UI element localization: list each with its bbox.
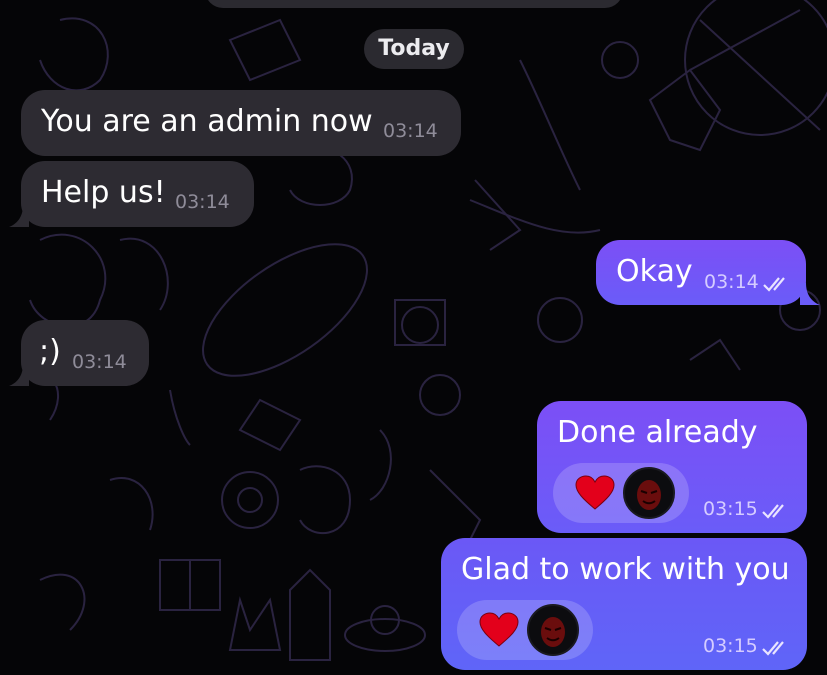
bubble-tail <box>800 283 820 305</box>
outgoing-message[interactable]: Done already 03:15 <box>537 401 807 533</box>
message-text: Okay <box>616 254 693 289</box>
incoming-message[interactable]: Help us! 03:14 <box>21 161 254 227</box>
previous-date-chip <box>205 0 623 8</box>
message-text: You are an admin now <box>41 104 373 139</box>
heart-icon <box>479 612 519 647</box>
message-text: ;) <box>39 334 61 369</box>
bubble-tail <box>9 364 29 386</box>
reaction-chip[interactable] <box>553 463 689 523</box>
message-time: 03:15 <box>703 498 758 520</box>
incoming-message[interactable]: ;) 03:14 <box>21 320 149 386</box>
message-text: Glad to work with you <box>461 552 790 587</box>
masked-face-icon <box>541 617 565 647</box>
incoming-message[interactable]: You are an admin now 03:14 <box>21 90 461 156</box>
message-time: 03:15 <box>703 635 758 657</box>
masked-face-icon <box>637 480 661 510</box>
message-text: Done already <box>557 415 758 450</box>
heart-icon <box>575 475 615 510</box>
message-time: 03:14 <box>72 351 127 373</box>
outgoing-message[interactable]: Glad to work with you 03:15 <box>441 538 807 670</box>
double-check-icon <box>762 641 784 656</box>
reactor-avatar <box>527 604 579 656</box>
date-separator: Today <box>364 29 464 69</box>
reactor-avatar <box>623 467 675 519</box>
double-check-icon <box>762 504 784 519</box>
outgoing-message[interactable]: Okay 03:14 <box>596 240 806 305</box>
bubble-tail <box>9 205 29 227</box>
message-time: 03:14 <box>704 271 759 293</box>
message-text: Help us! <box>41 175 166 210</box>
message-time: 03:14 <box>175 191 230 213</box>
reaction-chip[interactable] <box>457 600 593 660</box>
double-check-icon <box>763 277 785 292</box>
message-time: 03:14 <box>383 120 438 142</box>
